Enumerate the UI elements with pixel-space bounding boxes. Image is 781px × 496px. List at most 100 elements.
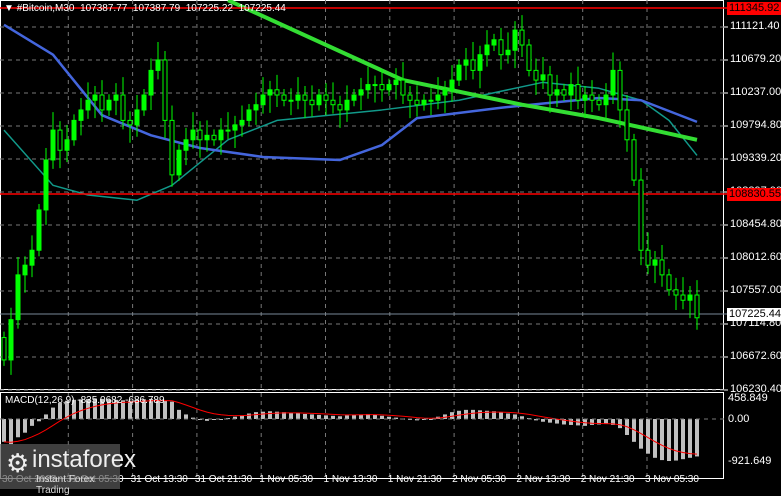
candle-body bbox=[687, 294, 693, 301]
candle-body bbox=[183, 139, 189, 151]
price-axis-label: 110679.20 bbox=[730, 53, 781, 65]
candle-body bbox=[309, 99, 315, 106]
macd-histogram-bar bbox=[653, 419, 657, 458]
candle-body bbox=[99, 94, 105, 111]
price-axis-label: 110237.00 bbox=[730, 86, 781, 98]
candle-body bbox=[393, 79, 399, 86]
candle-body bbox=[631, 139, 637, 181]
candle-body bbox=[15, 274, 21, 321]
candle-body bbox=[435, 94, 441, 101]
dropdown-icon[interactable]: ▼ bbox=[4, 3, 17, 14]
candle-body bbox=[218, 129, 224, 141]
macd-histogram-bar bbox=[212, 419, 216, 420]
macd-histogram-bar bbox=[9, 419, 13, 445]
candle-body bbox=[540, 74, 546, 81]
candle-body bbox=[204, 134, 210, 141]
macd-histogram-bar bbox=[478, 410, 482, 419]
price-axis-label: 109339.20 bbox=[730, 152, 781, 164]
macd-histogram-bar bbox=[289, 412, 293, 419]
candle-body bbox=[617, 69, 623, 111]
candle-body bbox=[400, 79, 406, 96]
candle-body bbox=[43, 159, 49, 211]
candle-body bbox=[344, 99, 350, 111]
candle-body bbox=[120, 94, 126, 121]
macd-histogram-bar bbox=[16, 419, 20, 438]
candle-body bbox=[547, 74, 553, 96]
macd-histogram-bar bbox=[513, 414, 517, 419]
macd-histogram-bar bbox=[471, 409, 475, 419]
macd-histogram-bar bbox=[345, 415, 349, 419]
candle-body bbox=[36, 209, 42, 251]
candle-body bbox=[491, 39, 497, 46]
candle-body bbox=[477, 54, 483, 71]
candle-body bbox=[8, 319, 14, 361]
candle-body bbox=[645, 249, 651, 266]
candle-body bbox=[596, 99, 602, 106]
candle-body bbox=[519, 29, 525, 46]
candle-body bbox=[190, 129, 196, 141]
macd-histogram-bar bbox=[618, 419, 622, 429]
price-axis-label: 106672.60 bbox=[730, 350, 781, 362]
macd-histogram-bar bbox=[324, 415, 328, 419]
candle-body bbox=[169, 119, 175, 176]
time-axis-label: 1 Nov 05:30 bbox=[259, 474, 314, 485]
macd-histogram-bar bbox=[170, 401, 174, 419]
candle-body bbox=[155, 59, 161, 71]
candle-body bbox=[582, 94, 588, 101]
candle-body bbox=[407, 94, 413, 101]
instaforex-watermark: ⚙ instaforex Instant Forex Trading bbox=[0, 444, 136, 496]
trading-chart[interactable]: ▼ #Bitcoin,M30 107387.77 107387.79 10722… bbox=[0, 0, 781, 496]
macd-histogram-bar bbox=[380, 415, 384, 419]
candle-body bbox=[442, 89, 448, 96]
candle-body bbox=[666, 274, 672, 291]
macd-histogram-bar bbox=[660, 419, 664, 461]
candle-body bbox=[176, 149, 182, 176]
candle-body bbox=[211, 134, 217, 141]
low-value: 107225.22 bbox=[185, 3, 234, 14]
candle-body bbox=[330, 99, 336, 106]
price-axis-label: 111121.40 bbox=[730, 20, 780, 32]
macd-axis-min: -921.649 bbox=[728, 455, 772, 467]
macd-histogram-bar bbox=[44, 414, 48, 419]
candle-body bbox=[533, 69, 539, 81]
candle-body bbox=[610, 69, 616, 96]
candle-body bbox=[428, 99, 434, 102]
candle-body bbox=[316, 94, 322, 106]
time-axis-label: 3 Nov 05:30 bbox=[645, 474, 699, 485]
macd-histogram-bar bbox=[674, 419, 678, 461]
time-axis-label: 2 Nov 05:30 bbox=[452, 474, 507, 485]
resistance-price-tag: 111345.92 bbox=[727, 2, 781, 15]
price-axis-label: 108454.80 bbox=[730, 218, 781, 230]
macd-histogram-bar bbox=[373, 414, 377, 419]
time-axis-label: 1 Nov 21:30 bbox=[387, 474, 442, 485]
macd-histogram-bar bbox=[247, 413, 251, 419]
ma-mid-line bbox=[3, 23, 698, 162]
time-axis-label: 2 Nov 21:30 bbox=[580, 474, 635, 485]
price-chart-canvas[interactable] bbox=[0, 0, 781, 489]
candle-body bbox=[295, 94, 301, 101]
macd-histogram-bar bbox=[2, 419, 6, 442]
time-axis-label: 31 Oct 21:30 bbox=[194, 474, 253, 485]
candle-body bbox=[554, 89, 560, 96]
candle-body bbox=[29, 249, 35, 266]
candle-body bbox=[351, 94, 357, 101]
candle-body bbox=[470, 59, 476, 71]
macd-histogram-bar bbox=[506, 413, 510, 419]
macd-histogram-bar bbox=[184, 414, 188, 419]
support-price-tag: 108830.55 bbox=[727, 188, 781, 201]
candle-body bbox=[323, 94, 329, 101]
time-axis-label: 31 Oct 13:30 bbox=[130, 474, 188, 485]
candle-body bbox=[484, 44, 490, 56]
time-axis-label: 2 Nov 13:30 bbox=[516, 474, 571, 485]
candle-body bbox=[239, 119, 245, 126]
macd-histogram-bar bbox=[352, 414, 356, 419]
candle-body bbox=[414, 99, 420, 106]
price-axis-label: 107557.00 bbox=[730, 284, 781, 296]
candle-body bbox=[372, 84, 378, 87]
candle-body bbox=[281, 94, 287, 101]
macd-histogram-bar bbox=[569, 419, 573, 425]
candle-body bbox=[57, 129, 63, 151]
macd-label: MACD(12,26,9) -835.0682 -686.789 bbox=[5, 395, 165, 406]
symbol-label: #Bitcoin,M30 bbox=[16, 3, 75, 14]
macd-histogram-bar bbox=[51, 407, 55, 419]
